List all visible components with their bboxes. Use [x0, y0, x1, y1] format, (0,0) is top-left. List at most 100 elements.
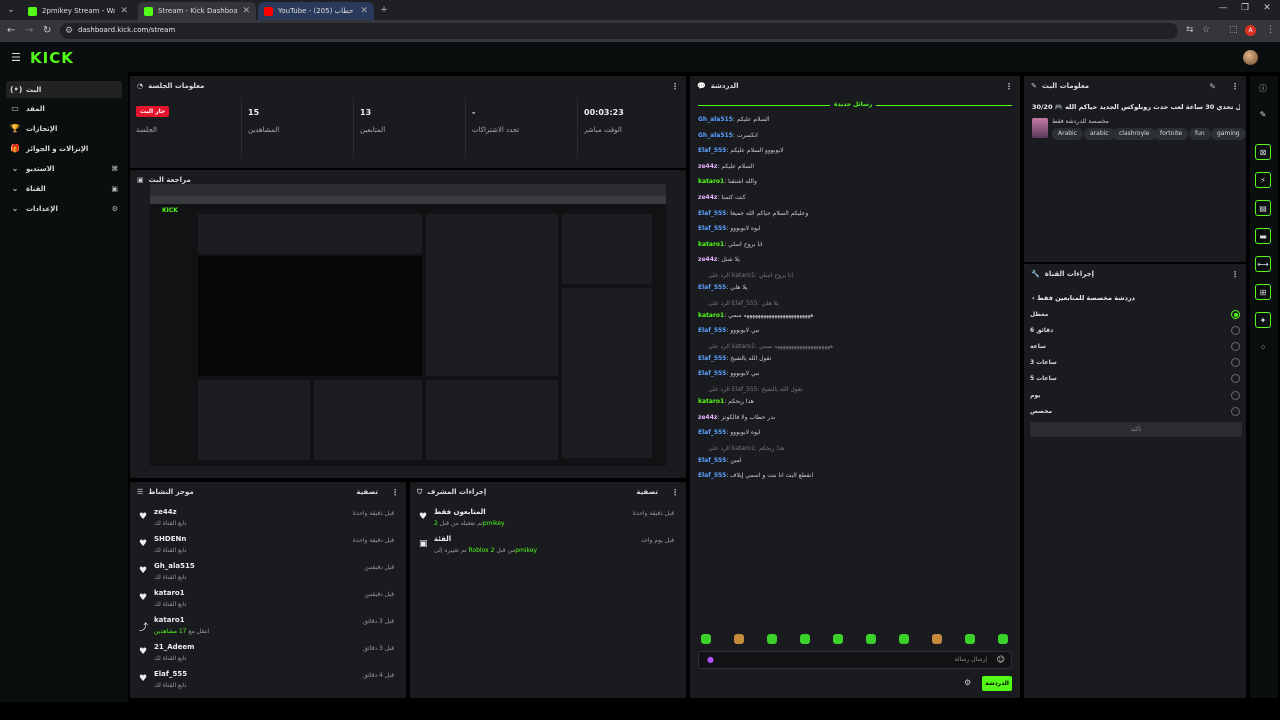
bookmark-star-icon[interactable]: ☆ [1202, 25, 1210, 35]
chat-username[interactable]: Elaf_555 [698, 284, 726, 291]
more-options-icon[interactable]: ⋮ [391, 488, 399, 497]
more-options-icon[interactable]: ⋮ [1005, 82, 1013, 91]
emote-icon[interactable] [701, 634, 711, 644]
emote-icon[interactable] [965, 634, 975, 644]
sidebar-item-content[interactable]: ▭ المقد [6, 100, 122, 117]
duration-option[interactable]: ساعة [1030, 340, 1242, 354]
chat-username[interactable]: kataro1 [698, 312, 724, 319]
chat-username[interactable]: kataro1 [698, 398, 724, 405]
emote-icon[interactable] [899, 634, 909, 644]
emote-icon[interactable] [833, 634, 843, 644]
lightning-icon[interactable]: ⚡ [1255, 172, 1271, 188]
sidebar-item-channel[interactable]: ⌄ القناة ▣ [6, 180, 122, 197]
emote-icon[interactable] [800, 634, 810, 644]
chat-username[interactable]: Elaf_555 [698, 457, 726, 464]
activity-user[interactable]: kataro1 [154, 616, 185, 624]
emote-icon[interactable] [866, 634, 876, 644]
layout-icon[interactable]: ⊞ [1255, 284, 1271, 300]
close-tab-icon[interactable]: ✕ [360, 6, 368, 16]
pencil-icon[interactable]: ✎ [1209, 82, 1216, 91]
stream-category[interactable]: مخصصة للدردشة فقط [1052, 118, 1109, 125]
edit-icon[interactable]: ✎ [1255, 107, 1271, 123]
duration-option[interactable]: مخصص [1030, 405, 1242, 419]
sidebar-item-settings[interactable]: ⌄ الإعدادات ⚙ [6, 200, 122, 217]
activity-user[interactable]: Gh_ala515 [154, 562, 195, 570]
emote-icon[interactable] [932, 634, 942, 644]
chat-username[interactable]: ze44z [698, 414, 717, 421]
forward-icon[interactable]: → [25, 25, 33, 36]
kick-logo[interactable]: KICK [30, 49, 74, 67]
translate-icon[interactable]: ⇆ [1186, 25, 1194, 35]
duration-option[interactable]: 5 ساعات [1030, 372, 1242, 386]
chat-username[interactable]: Elaf_555 [698, 327, 726, 334]
more-options-icon[interactable]: ⋮ [1231, 270, 1239, 279]
minimize-icon[interactable]: — [1216, 3, 1230, 13]
chat-username[interactable]: Elaf_555 [698, 429, 726, 436]
more-options-icon[interactable]: ⋮ [671, 82, 679, 91]
chat-username[interactable]: Elaf_555 [698, 370, 726, 377]
activity-user[interactable]: kataro1 [154, 589, 185, 597]
filter-button[interactable]: تصفية [356, 488, 378, 496]
new-tab-icon[interactable]: + [377, 3, 391, 17]
chat-username[interactable]: ze44z [698, 194, 717, 201]
emote-icon[interactable] [767, 634, 777, 644]
widget-icon[interactable]: ⊠ [1255, 144, 1271, 160]
sidebar-item-achievements[interactable]: 🏆 الإنجازات [6, 120, 122, 137]
extensions-icon[interactable]: ⬚ [1229, 25, 1238, 35]
radio-button[interactable] [1231, 391, 1240, 400]
radio-button[interactable] [1231, 342, 1240, 351]
radio-button[interactable] [1231, 407, 1240, 416]
duration-option[interactable]: 6 دقائق [1030, 324, 1242, 338]
profile-avatar[interactable]: A [1245, 25, 1256, 36]
user-avatar[interactable] [1243, 50, 1258, 65]
chat-username[interactable]: Elaf_555 [698, 147, 726, 154]
activity-user[interactable]: SHDENn [154, 535, 186, 543]
close-tab-icon[interactable]: ✕ [120, 6, 128, 16]
chat-input[interactable]: ● إرسال رسالة ☺ [698, 651, 1012, 669]
browser-tab-2[interactable]: Stream - Kick Dashboard ✕ [138, 2, 256, 20]
chat-username[interactable]: Gh_ala515 [698, 132, 733, 139]
chat-username[interactable]: Gh_ala515 [698, 116, 733, 123]
radio-button[interactable] [1231, 374, 1240, 383]
chat-bubble-icon[interactable]: ▬ [1255, 228, 1271, 244]
chat-send-button[interactable]: الدردشة [982, 676, 1012, 691]
duration-option[interactable]: يوم [1030, 389, 1242, 403]
activity-user[interactable]: 21_Adeem [154, 643, 194, 651]
chat-username[interactable]: Elaf_555 [698, 355, 726, 362]
chevron-left-icon[interactable]: ‹ [1032, 294, 1035, 302]
filter-button[interactable]: تصفية [636, 488, 658, 496]
mic-icon[interactable]: ● [707, 655, 714, 664]
chat-username[interactable]: ze44z [698, 163, 717, 170]
chat-username[interactable]: Elaf_555 [698, 210, 726, 217]
broadcast-icon[interactable]: ⟷ [1255, 256, 1271, 272]
chat-username[interactable]: Elaf_555 [698, 225, 726, 232]
info-icon[interactable]: ⓘ [1255, 81, 1271, 97]
emoji-icon[interactable]: ☺ [997, 655, 1005, 664]
tab-search-icon[interactable]: ⌄ [4, 3, 18, 17]
browser-menu-icon[interactable]: ⋮ [1266, 25, 1275, 35]
emote-icon[interactable] [998, 634, 1008, 644]
chat-username[interactable]: kataro1 [698, 241, 724, 248]
duration-option[interactable]: 3 ساعات [1030, 356, 1242, 370]
emote-icon[interactable] [734, 634, 744, 644]
menu-icon[interactable]: ☰ [11, 51, 21, 64]
url-field[interactable]: ⚙ dashboard.kick.com/stream ⇆ ☆ [60, 23, 1210, 39]
sidebar-item-drops[interactable]: 🎁 الإنزالات و الجوائز [6, 140, 122, 157]
back-icon[interactable]: ← [7, 25, 15, 36]
chat-username[interactable]: ze44z [698, 256, 717, 263]
chat-username[interactable]: Elaf_555 [698, 472, 726, 479]
more-options-icon[interactable]: ⋮ [671, 488, 679, 497]
close-window-icon[interactable]: ✕ [1260, 3, 1274, 13]
new-messages-label[interactable]: رسائل جديدة [830, 101, 877, 108]
stream-preview-video[interactable]: KICK [150, 184, 666, 466]
document-icon[interactable]: ▤ [1255, 200, 1271, 216]
chat-settings-icon[interactable]: ⚙ [964, 678, 971, 687]
radio-button[interactable] [1231, 358, 1240, 367]
sidebar-item-stream[interactable]: (•) البث [6, 81, 122, 98]
activity-user[interactable]: ze44z [154, 508, 177, 516]
followers-only-header[interactable]: ‹ دردشة مخصصة للمتابعين فقط [1032, 294, 1135, 302]
radio-button[interactable] [1231, 310, 1240, 319]
browser-tab-1[interactable]: 2pmikey Stream - Watch Live o ✕ [22, 2, 134, 20]
maximize-icon[interactable]: ❐ [1238, 3, 1252, 13]
chat-username[interactable]: kataro1 [698, 178, 724, 185]
